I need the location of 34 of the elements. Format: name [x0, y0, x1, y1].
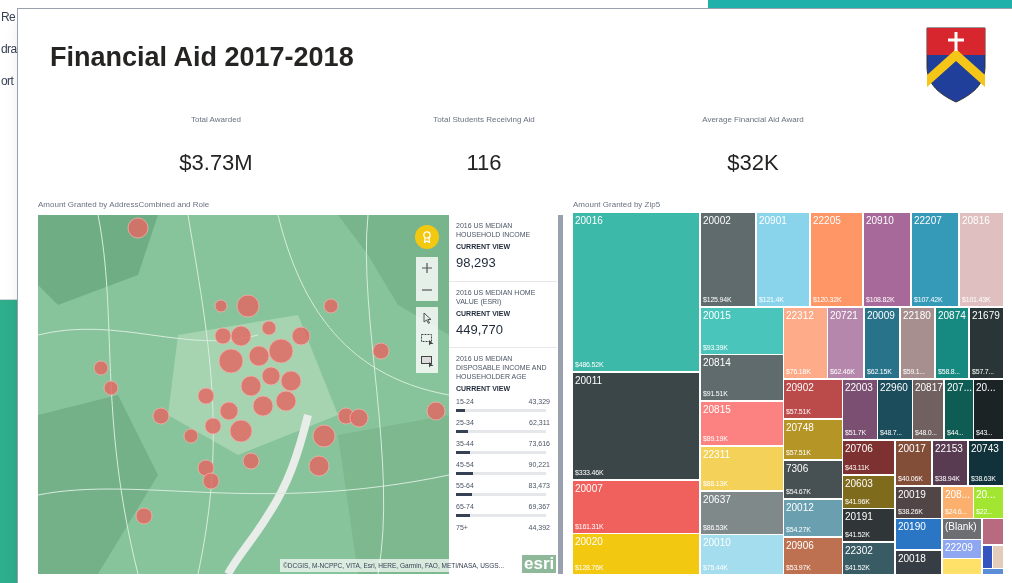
kpi-label: Total Students Receiving Aid — [433, 114, 535, 126]
zoom-in-button[interactable] — [416, 257, 438, 279]
map-provider-logo: esri — [522, 555, 557, 573]
infographic-value: 449,770 — [456, 320, 504, 339]
treemap-tile[interactable] — [983, 519, 1003, 544]
treemap-tile[interactable] — [983, 546, 992, 568]
visual-title: Amount Granted by AddressCombined and Role — [38, 199, 211, 211]
treemap-tile[interactable]: (Blank) — [943, 519, 981, 539]
scrollbar[interactable] — [558, 215, 563, 574]
zoom-out-button[interactable] — [416, 279, 438, 301]
select-icon — [420, 356, 434, 368]
cursor-icon — [422, 312, 432, 324]
select-icon — [420, 334, 434, 346]
minus-icon — [422, 289, 432, 291]
kpi-label: Average Financial Aid Award — [702, 114, 804, 126]
ribbon-icon — [422, 231, 432, 243]
treemap-tile[interactable] — [943, 559, 981, 574]
window-text: Re — [1, 10, 17, 24]
treemap-tile[interactable]: 22209 — [943, 540, 981, 558]
treemap-tile[interactable] — [993, 546, 1003, 568]
pointer-tool-button[interactable] — [416, 307, 438, 329]
kpi-value: 116 — [466, 149, 502, 177]
treemap-tile[interactable]: 20018 — [896, 551, 941, 574]
infographic-value: 98,293 — [456, 254, 497, 272]
report-title: Financial Aid 2017-2018 — [50, 41, 354, 74]
visual-title: Amount Granted by Zip5 — [573, 199, 662, 211]
window-text: ort — [1, 74, 15, 88]
kpi-label: Total Awarded — [190, 114, 242, 126]
lasso-select-button[interactable] — [416, 351, 438, 373]
plus-icon — [422, 263, 432, 273]
treemap-tile[interactable]: 20190 — [896, 519, 941, 549]
kpi-value: $3.73M — [179, 149, 253, 177]
kpi-value: $32K — [727, 149, 779, 177]
treemap-tile[interactable] — [983, 569, 1003, 574]
